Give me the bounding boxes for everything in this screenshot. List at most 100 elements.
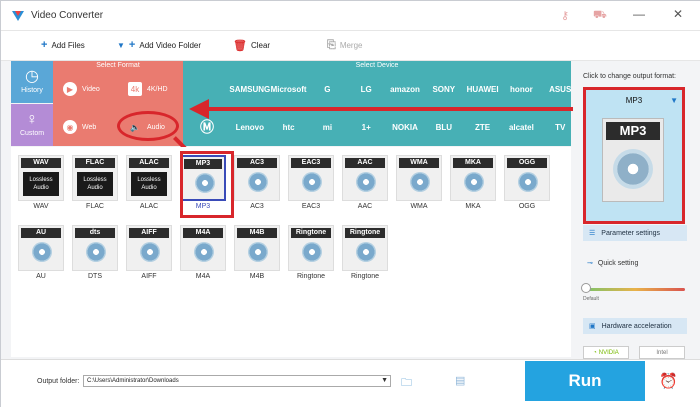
device-huawei[interactable]: HUAWEI xyxy=(464,70,502,108)
format-tile-ringtone[interactable]: Ringtone Ringtone xyxy=(287,225,335,285)
clear-button[interactable]: 🗑 Clear xyxy=(233,39,270,52)
format-label: Ringtone xyxy=(350,273,380,280)
trash-icon: 🗑 xyxy=(233,40,247,52)
device-1-[interactable]: 1+ xyxy=(347,108,385,146)
disc-icon xyxy=(356,172,376,192)
device-blu[interactable]: BLU xyxy=(425,108,463,146)
disc-icon xyxy=(248,172,268,192)
format-tile-ogg[interactable]: OGG OGG xyxy=(503,155,551,215)
chevron-down-icon[interactable]: ▼ xyxy=(381,376,388,386)
format-thumbnail: ALAC Lossless Audio xyxy=(126,155,172,201)
merge-button[interactable]: ⎘ Merge xyxy=(327,39,363,52)
format-label: AIFF xyxy=(141,273,157,280)
app-logo-icon xyxy=(12,11,24,21)
add-files-button[interactable]: + Add Files xyxy=(41,39,85,51)
hardware-acceleration-button[interactable]: ▣ Hardware acceleration xyxy=(583,318,687,334)
merge-label: Merge xyxy=(339,41,363,50)
chip-icon: ▣ xyxy=(589,323,596,330)
format-grid: WAV Lossless Audio WAV FLAC Lossless Audio FL… xyxy=(11,147,571,357)
format-badge: ALAC xyxy=(129,158,169,168)
format-badge: EAC3 xyxy=(291,158,331,168)
4k-icon: 4k xyxy=(128,82,142,96)
format-tile-wma[interactable]: WMA WMA xyxy=(395,155,443,215)
format-thumbnail: EAC3 xyxy=(288,155,334,201)
format-label: MKA xyxy=(465,203,481,210)
minimize-button[interactable]: — xyxy=(633,7,645,21)
format-4k-hd-label: 4K/HD xyxy=(147,85,168,93)
nvidia-toggle[interactable]: ◔ NVIDIA xyxy=(583,346,629,359)
format-tile-eac3[interactable]: EAC3 EAC3 xyxy=(287,155,335,215)
format-tile-aiff[interactable]: AIFF AIFF xyxy=(125,225,173,285)
web-icon: ◉ xyxy=(63,120,77,134)
format-subtitle: Lossless Audio xyxy=(131,172,167,196)
format-tile-au[interactable]: AU AU xyxy=(17,225,65,285)
format-video[interactable]: ▶ Video xyxy=(53,70,118,108)
format-label: DTS xyxy=(88,273,102,280)
cart-icon[interactable]: ⛟ xyxy=(593,9,607,23)
disc-icon xyxy=(410,172,430,192)
device-honor[interactable]: honor xyxy=(502,70,540,108)
format-thumbnail: OGG xyxy=(504,155,550,201)
device-microsoft[interactable]: Microsoft xyxy=(270,70,308,108)
format-web[interactable]: ◉ Web xyxy=(53,108,118,146)
format-badge: AU xyxy=(21,228,61,238)
device-label: alcatel xyxy=(508,122,534,132)
device-lg[interactable]: LG xyxy=(347,70,385,108)
format-tile-aac[interactable]: AAC AAC xyxy=(341,155,389,215)
intel-toggle[interactable]: Intel xyxy=(639,346,685,359)
output-format-selector[interactable]: MP3 ▼ MP3 xyxy=(583,87,685,224)
disc-icon xyxy=(302,172,322,192)
format-thumbnail: Ringtone xyxy=(342,225,388,271)
output-folder-input[interactable]: C:\Users\Administrator\Downloads ▼ xyxy=(83,375,391,387)
format-badge: OGG xyxy=(507,158,547,168)
format-label: AAC xyxy=(357,203,373,210)
device-nokia[interactable]: NOKIA xyxy=(386,108,424,146)
device-lenovo[interactable]: Lenovo xyxy=(231,108,269,146)
motorola-icon: Ⓜ xyxy=(200,119,214,135)
format-4k-hd[interactable]: 4k 4K/HD xyxy=(118,70,183,108)
add-video-folder-button[interactable]: ▼ + Add Video Folder xyxy=(117,39,201,51)
history-label: History xyxy=(21,87,43,94)
device-sony[interactable]: SONY xyxy=(425,70,463,108)
format-tile-ringtone[interactable]: Ringtone Ringtone xyxy=(341,225,389,285)
device-alcatel[interactable]: alcatel xyxy=(502,108,540,146)
device-amazon[interactable]: amazon xyxy=(386,70,424,108)
device-zte[interactable]: ZTE xyxy=(464,108,502,146)
quality-slider[interactable] xyxy=(585,288,685,291)
format-tile-m4b[interactable]: M4B M4B xyxy=(233,225,281,285)
close-button[interactable]: ✕ xyxy=(673,7,683,21)
device-htc[interactable]: htc xyxy=(270,108,308,146)
key-icon[interactable]: ⚷ xyxy=(561,9,569,22)
play-icon: ▶ xyxy=(63,82,77,96)
custom-button[interactable]: ♀ Custom xyxy=(11,104,53,146)
disc-icon xyxy=(32,242,52,262)
format-thumbnail: AC3 xyxy=(234,155,280,201)
device-mi[interactable]: mi xyxy=(308,108,346,146)
device-samsung[interactable]: SAMSUNG xyxy=(229,70,270,108)
format-tile-ac3[interactable]: AC3 AC3 xyxy=(233,155,281,215)
format-tile-dts[interactable]: dts DTS xyxy=(71,225,119,285)
quality-slider-knob[interactable] xyxy=(581,283,591,293)
format-thumbnail: AAC xyxy=(342,155,388,201)
format-tile-wav[interactable]: WAV Lossless Audio WAV xyxy=(17,155,65,215)
device-label: 1+ xyxy=(361,122,371,132)
alarm-clock-icon[interactable]: ⏰ xyxy=(659,372,678,390)
disc-icon xyxy=(613,149,653,189)
annotation-arrow-head-icon xyxy=(189,99,209,119)
disc-icon xyxy=(248,242,268,262)
parameter-settings-button[interactable]: ☰ Parameter settings xyxy=(583,225,687,241)
history-button[interactable]: ◷ History xyxy=(11,61,53,103)
format-badge: Ringtone xyxy=(291,228,331,238)
format-tile-mka[interactable]: MKA MKA xyxy=(449,155,497,215)
format-tile-flac[interactable]: FLAC Lossless Audio FLAC xyxy=(71,155,119,215)
browse-folder-icon[interactable]: ▤ xyxy=(455,374,465,387)
device-g[interactable]: G xyxy=(308,70,346,108)
format-label: EAC3 xyxy=(301,203,321,210)
run-button[interactable]: Run xyxy=(525,361,645,401)
open-folder-icon[interactable]: 🗀 xyxy=(401,374,412,393)
format-tile-m4a[interactable]: M4A M4A xyxy=(179,225,227,285)
format-tile-alac[interactable]: ALAC Lossless Audio ALAC xyxy=(125,155,173,215)
format-label: M4A xyxy=(195,273,211,280)
format-badge: WMA xyxy=(399,158,439,168)
quick-setting-label: Quick setting xyxy=(597,259,639,267)
